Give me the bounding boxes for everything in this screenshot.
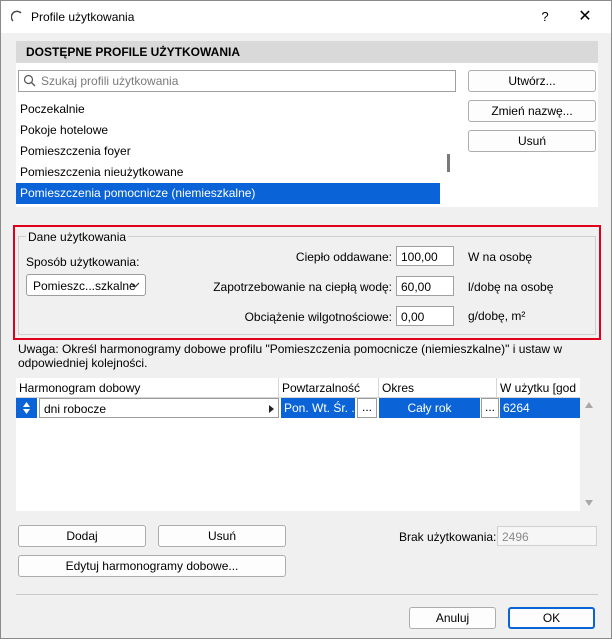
list-item[interactable]: Pokoje hotelowe (16, 120, 440, 141)
hot-water-input[interactable]: 60,00 (396, 276, 454, 296)
hours-cell: 6264 (500, 398, 580, 418)
add-schedule-button[interactable]: Dodaj (18, 525, 146, 547)
usage-mode-dropdown[interactable]: Pomieszc...szkalne (26, 274, 146, 296)
search-placeholder: Szukaj profili użytkowania (41, 74, 179, 88)
heat-label: Ciepło oddawane: (295, 250, 392, 264)
list-item[interactable]: Pomieszczenia nieużytkowane (16, 162, 440, 183)
scroll-up-icon[interactable] (584, 401, 594, 409)
column-header[interactable]: W użytku [god (497, 378, 580, 398)
create-button[interactable]: Utwórz... (468, 70, 596, 92)
unused-value-field: 2496 (497, 526, 597, 546)
edit-schedules-button[interactable]: Edytuj harmonogramy dobowe... (18, 555, 286, 577)
profiles-header: DOSTĘPNE PROFILE UŻYTKOWANIA (16, 41, 598, 63)
rename-button[interactable]: Zmień nazwę... (468, 100, 596, 122)
list-item-selected[interactable]: Pomieszczenia pomocnicze (niemieszkalne) (16, 183, 440, 204)
heat-input[interactable]: 100,00 (396, 246, 454, 266)
table-scrollbar[interactable] (580, 378, 598, 511)
column-header[interactable]: Okres (379, 378, 497, 398)
footer-divider (16, 594, 598, 595)
delete-profile-button[interactable]: Usuń (468, 130, 596, 152)
ok-button[interactable]: OK (508, 607, 595, 629)
list-item[interactable]: Poczekalnie (16, 99, 440, 120)
humidity-unit: g/dobę, m² (468, 309, 526, 323)
schedule-name: dni robocze (44, 402, 107, 416)
schedule-note: Uwaga: Określ harmonogramy dobowe profil… (18, 342, 563, 370)
column-header[interactable]: Powtarzalność (279, 378, 379, 398)
chevron-down-icon (130, 282, 140, 288)
usage-mode-label: Sposób użytkowania: (26, 255, 140, 269)
humidity-label: Obciążenie wilgotnościowe: (244, 310, 392, 324)
list-scrollbar-thumb[interactable] (447, 154, 450, 172)
unused-label: Brak użytkowania: (399, 530, 497, 544)
sort-arrows-icon (23, 402, 30, 414)
search-icon (23, 74, 36, 87)
title-bar: Profile użytkowania ? ✕ (1, 1, 611, 33)
heat-unit: W na osobę (468, 250, 533, 264)
repeat-more-button[interactable]: ... (357, 398, 377, 418)
scroll-down-icon[interactable] (584, 499, 594, 507)
hot-water-label: Zapotrzebowanie na ciepłą wodę: (213, 280, 392, 294)
hot-water-unit: l/dobę na osobę (468, 280, 554, 294)
search-input[interactable]: Szukaj profili użytkowania (18, 70, 456, 92)
period-cell[interactable]: Cały rok (379, 398, 480, 418)
cancel-button[interactable]: Anuluj (409, 607, 496, 629)
close-button[interactable]: ✕ (574, 7, 596, 27)
profiles-list[interactable]: Poczekalnie Pokoje hotelowe Pomieszczeni… (16, 99, 440, 204)
profiles-dialog: Profile użytkowania ? ✕ DOSTĘPNE PROFILE… (0, 0, 612, 639)
window-title: Profile użytkowania (31, 10, 135, 24)
row-drag-handle[interactable] (16, 398, 37, 418)
chevron-right-icon (269, 405, 274, 413)
period-more-button[interactable]: ... (481, 398, 499, 418)
schedule-table: Harmonogram dobowy Powtarzalność Okres W… (16, 378, 598, 511)
help-button[interactable]: ? (534, 7, 556, 27)
schedule-name-select[interactable]: dni robocze (39, 398, 279, 418)
humidity-input[interactable]: 0,00 (396, 306, 454, 326)
list-item[interactable]: Pomieszczenia foyer (16, 141, 440, 162)
repeat-cell[interactable]: Pon. Wt. Śr. ... (281, 398, 355, 418)
remove-schedule-button[interactable]: Usuń (158, 525, 286, 547)
usage-mode-value: Pomieszc...szkalne (33, 279, 136, 293)
column-header[interactable]: Harmonogram dobowy (16, 378, 279, 398)
app-arc-icon (11, 10, 22, 22)
